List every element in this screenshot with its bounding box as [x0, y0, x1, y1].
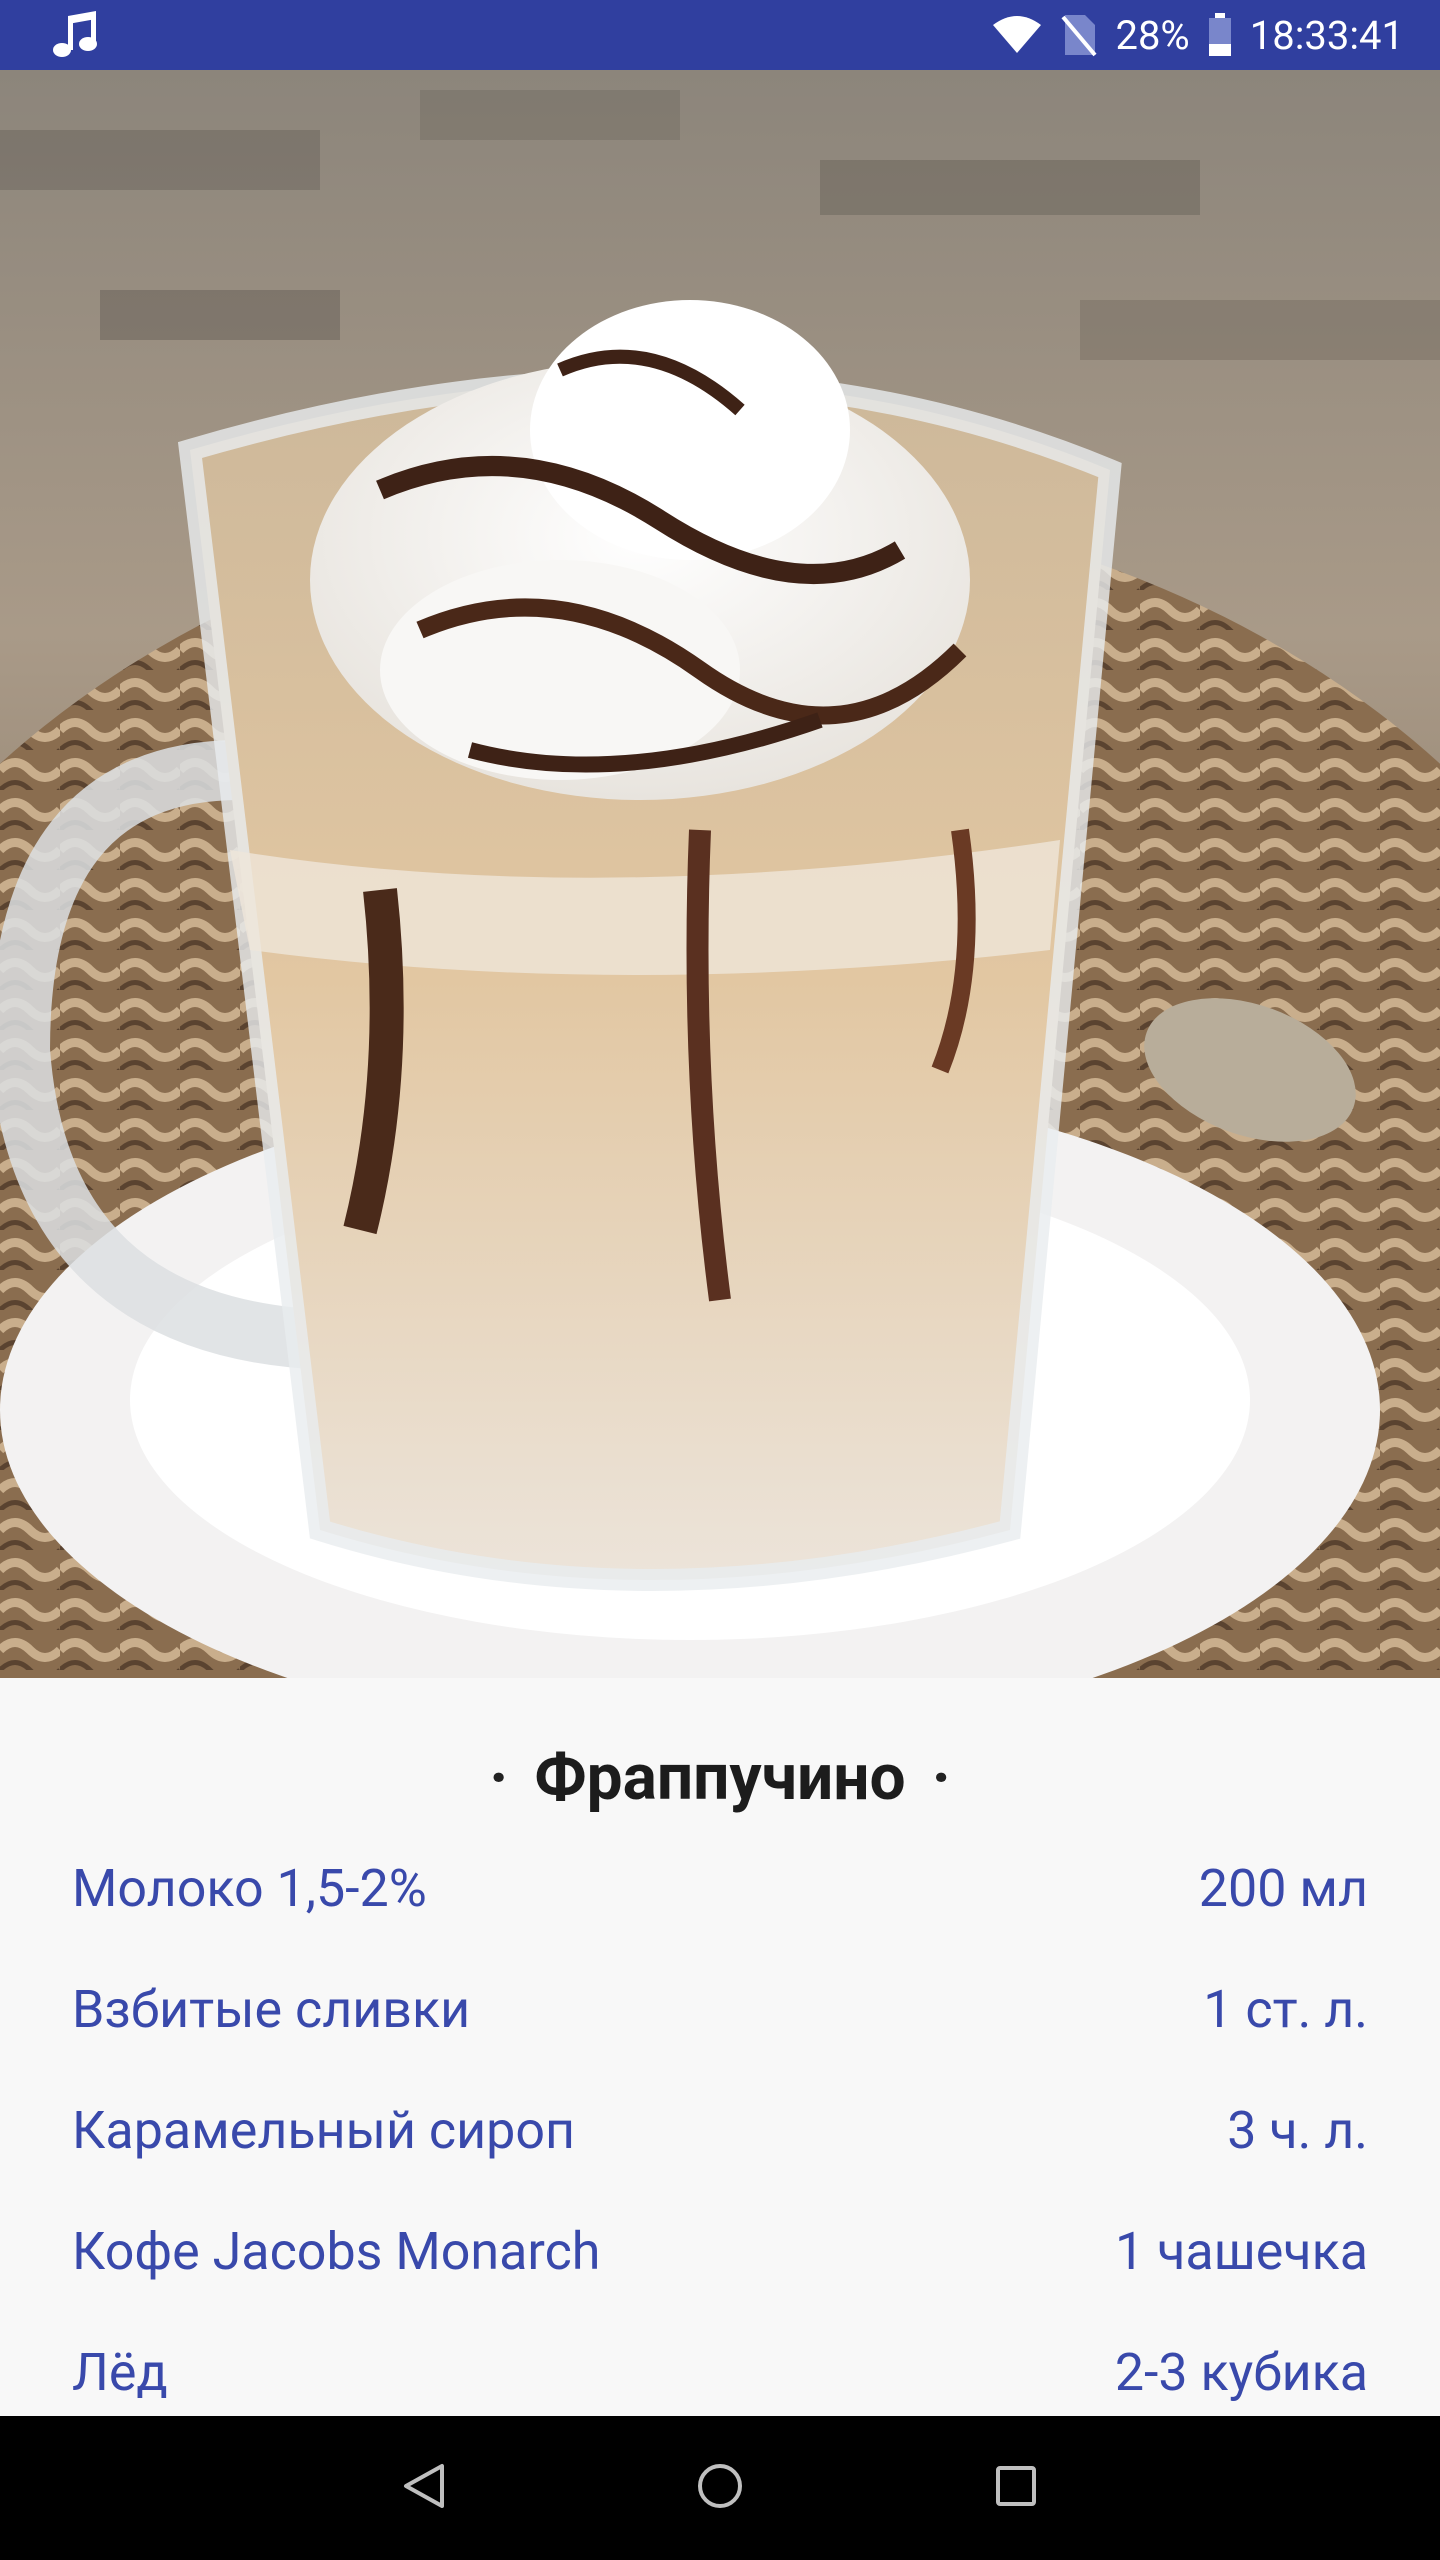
clock: 18:33:41 — [1249, 11, 1404, 59]
navigation-bar — [0, 2416, 1440, 2560]
wifi-icon — [991, 15, 1043, 55]
recipe-title-row: · Фраппучино · — [0, 1740, 1440, 1815]
battery-icon — [1208, 13, 1232, 57]
title-dot-left: · — [489, 1740, 509, 1815]
ingredient-row: Взбитые сливки 1 ст. л. — [0, 1949, 1440, 2070]
ingredient-row: Молоко 1,5-2% 200 мл — [0, 1828, 1440, 1949]
ingredient-amount: 2-3 кубика — [1114, 2342, 1368, 2403]
ingredient-row: Карамельный сироп 3 ч. л. — [0, 2070, 1440, 2191]
music-note-icon — [52, 10, 98, 60]
no-sim-icon — [1061, 13, 1097, 57]
ingredient-amount: 3 ч. л. — [1227, 2100, 1368, 2161]
recipe-title: Фраппучино — [534, 1740, 906, 1815]
ingredient-row: Лёд 2-3 кубика — [0, 2312, 1440, 2433]
recipe-card: · Фраппучино · Молоко 1,5-2% 200 мл Взби… — [0, 1678, 1440, 2416]
status-bar: 28% 18:33:41 — [0, 0, 1440, 70]
frappuccino-photo — [0, 70, 1440, 1678]
home-icon[interactable] — [696, 2462, 744, 2514]
ingredient-name: Кофе Jacobs Monarch — [72, 2221, 601, 2282]
title-dot-right: · — [931, 1740, 951, 1815]
recents-icon[interactable] — [994, 2464, 1038, 2512]
ingredient-name: Лёд — [72, 2342, 168, 2403]
ingredient-name: Карамельный сироп — [72, 2100, 575, 2161]
ingredient-amount: 1 ст. л. — [1203, 1979, 1368, 2040]
back-icon[interactable] — [402, 2462, 446, 2514]
ingredient-amount: 200 мл — [1198, 1858, 1368, 1919]
ingredients-list: Молоко 1,5-2% 200 мл Взбитые сливки 1 ст… — [0, 1828, 1440, 2433]
ingredient-row: Кофе Jacobs Monarch 1 чашечка — [0, 2191, 1440, 2312]
ingredient-name: Молоко 1,5-2% — [72, 1858, 427, 1919]
ingredient-amount: 1 чашечка — [1114, 2221, 1368, 2282]
ingredient-name: Взбитые сливки — [72, 1979, 471, 2040]
battery-percent: 28% — [1115, 11, 1190, 59]
